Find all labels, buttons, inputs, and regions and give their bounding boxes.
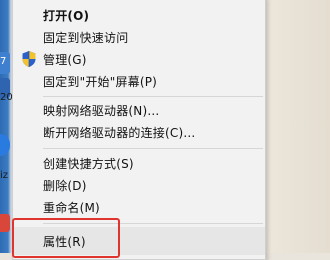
- menu-separator: [43, 96, 263, 97]
- menu-item-label: 管理(G): [43, 53, 87, 67]
- menu-item-label: 固定到"开始"屏幕(P): [43, 75, 158, 89]
- desktop-icon-label: iz: [0, 170, 9, 181]
- menu-item-open[interactable]: 打开(O): [13, 4, 265, 26]
- menu-item-map-network-drive[interactable]: 映射网络驱动器(N)...: [13, 99, 265, 121]
- menu-item-label: 断开网络驱动器的连接(C)...: [43, 126, 196, 140]
- desktop-icon-partial[interactable]: [0, 214, 10, 232]
- desktop-icon-partial[interactable]: [0, 134, 10, 156]
- menu-item-rename[interactable]: 重命名(M): [13, 196, 265, 218]
- menu-item-label: 删除(D): [43, 179, 87, 193]
- menu-item-label: 重命名(M): [43, 201, 100, 215]
- menu-item-label: 固定到快速访问: [43, 31, 129, 45]
- menu-item-label: 映射网络驱动器(N)...: [43, 104, 160, 118]
- shield-icon: [21, 50, 37, 68]
- menu-item-label: 创建快捷方式(S): [43, 157, 134, 171]
- desktop-icon-label: 20: [0, 92, 13, 103]
- menu-item-delete[interactable]: 删除(D): [13, 174, 265, 196]
- properties-highlight-box: [12, 218, 120, 258]
- menu-item-create-shortcut[interactable]: 创建快捷方式(S): [13, 152, 265, 174]
- menu-item-label: 打开(O): [43, 9, 90, 23]
- menu-item-pin-start[interactable]: 固定到"开始"屏幕(P): [13, 70, 265, 92]
- menu-separator: [43, 148, 263, 149]
- menu-item-pin-quick-access[interactable]: 固定到快速访问: [13, 26, 265, 48]
- menu-item-manage[interactable]: 管理(G): [13, 48, 265, 70]
- desktop-icon-label: 7: [0, 56, 7, 67]
- menu-item-disconnect-network-drive[interactable]: 断开网络驱动器的连接(C)...: [13, 121, 265, 143]
